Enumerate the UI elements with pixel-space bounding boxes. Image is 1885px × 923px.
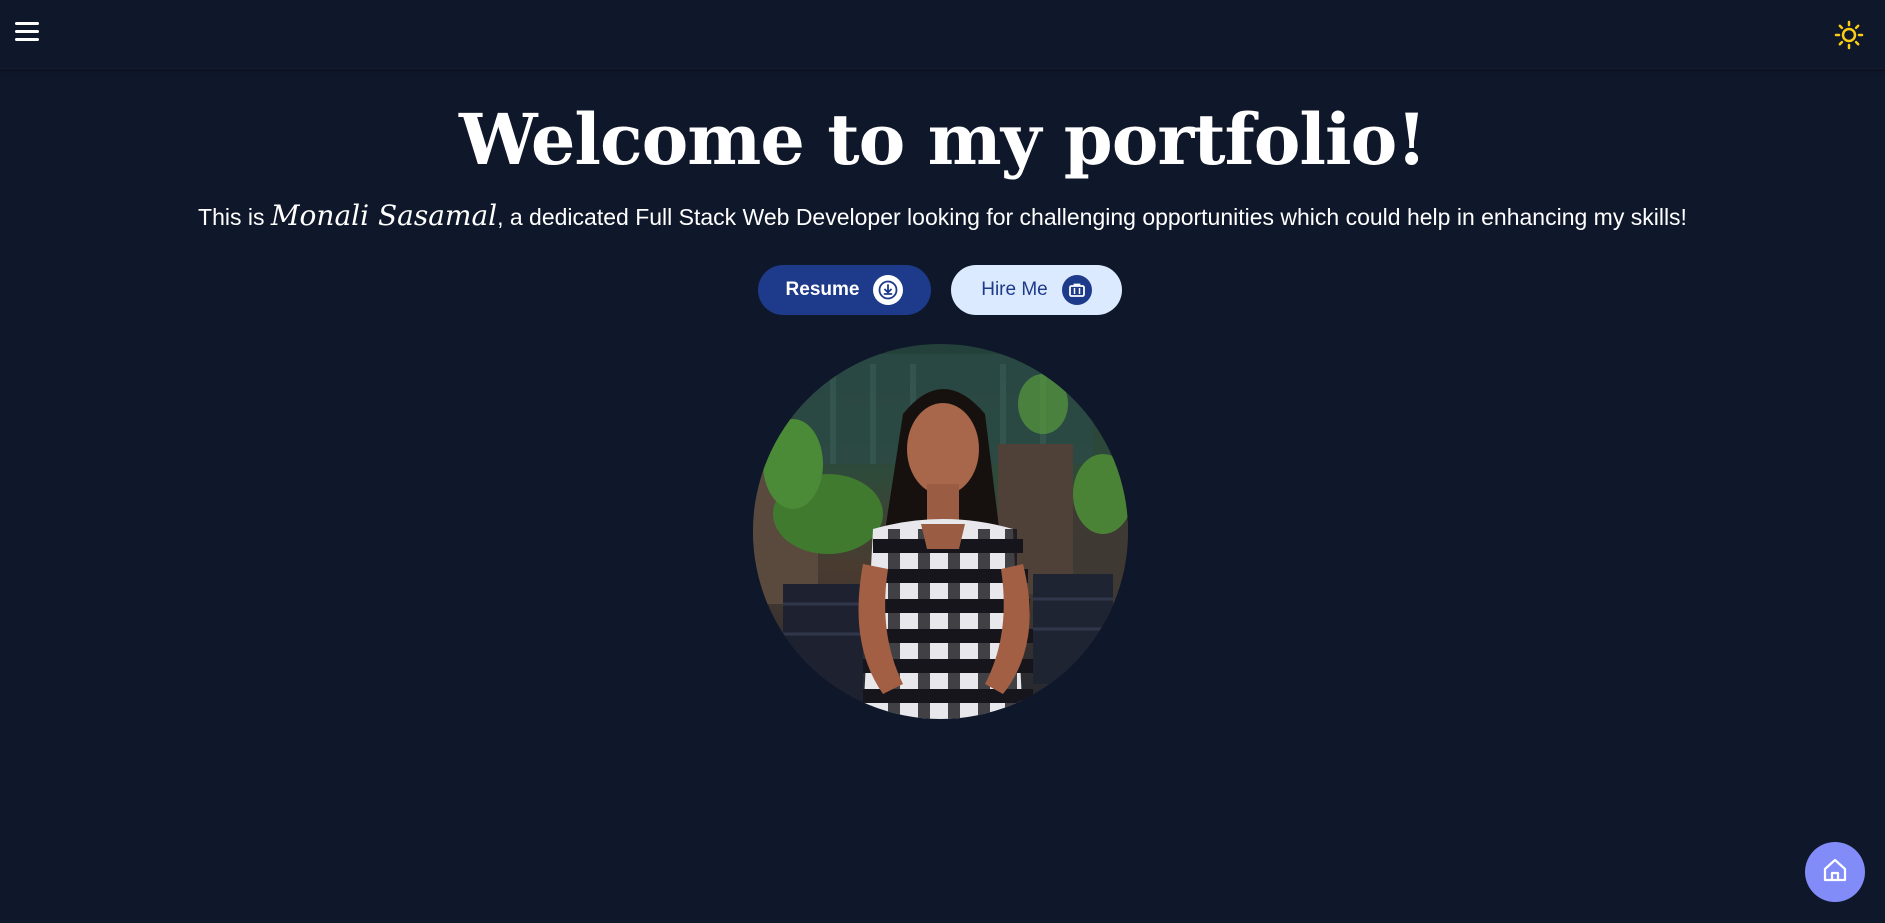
developer-name: Monali Sasamal — [270, 199, 498, 232]
briefcase-icon — [1061, 275, 1092, 305]
page-title: Welcome to my portfolio! — [458, 98, 1427, 181]
home-icon — [1820, 855, 1850, 889]
subtitle-suffix: , a dedicated Full Stack Web Developer l… — [497, 204, 1687, 230]
hamburger-menu-icon[interactable] — [15, 22, 43, 48]
hero-subtitle: This is Monali Sasamal, a dedicated Full… — [0, 198, 1885, 235]
top-navbar — [0, 0, 1885, 69]
resume-button[interactable]: Resume — [758, 265, 931, 315]
hire-me-button[interactable]: Hire Me — [951, 265, 1122, 315]
sun-icon[interactable] — [1834, 20, 1864, 50]
profile-photo — [753, 344, 1128, 719]
download-icon — [873, 275, 904, 305]
resume-button-label: Resume — [785, 279, 860, 300]
hire-me-button-label: Hire Me — [981, 279, 1048, 300]
home-button[interactable] — [1805, 842, 1865, 902]
subtitle-prefix: This is — [198, 204, 271, 230]
